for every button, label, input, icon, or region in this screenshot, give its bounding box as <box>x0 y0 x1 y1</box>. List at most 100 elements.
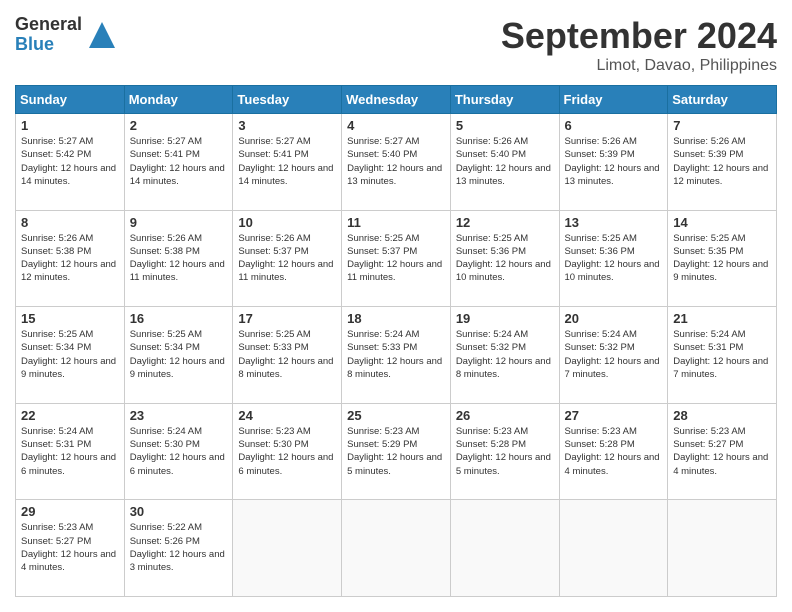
day-info: Sunrise: 5:25 AMSunset: 5:36 PMDaylight:… <box>565 232 663 285</box>
day-number: 29 <box>21 504 119 519</box>
calendar-header-tuesday: Tuesday <box>233 86 342 114</box>
day-number: 4 <box>347 118 445 133</box>
month-title: September 2024 <box>501 15 777 57</box>
day-number: 11 <box>347 215 445 230</box>
day-number: 20 <box>565 311 663 326</box>
calendar-cell: 28 Sunrise: 5:23 AMSunset: 5:27 PMDayligh… <box>668 403 777 500</box>
day-info: Sunrise: 5:27 AMSunset: 5:41 PMDaylight:… <box>238 135 336 188</box>
logo-blue: Blue <box>15 35 82 55</box>
day-info: Sunrise: 5:26 AMSunset: 5:40 PMDaylight:… <box>456 135 554 188</box>
calendar-header-thursday: Thursday <box>450 86 559 114</box>
day-info: Sunrise: 5:23 AMSunset: 5:28 PMDaylight:… <box>565 425 663 478</box>
calendar-cell: 15Sunrise: 5:25 AMSunset: 5:34 PMDayligh… <box>16 307 125 404</box>
day-number: 5 <box>456 118 554 133</box>
calendar-cell: 27 Sunrise: 5:23 AMSunset: 5:28 PMDayligh… <box>559 403 668 500</box>
day-info: Sunrise: 5:26 AMSunset: 5:37 PMDaylight:… <box>238 232 336 285</box>
calendar-cell: 9 Sunrise: 5:26 AMSunset: 5:38 PMDaylight… <box>124 210 233 307</box>
calendar-cell: 24 Sunrise: 5:23 AMSunset: 5:30 PMDayligh… <box>233 403 342 500</box>
day-info: Sunrise: 5:25 AMSunset: 5:36 PMDaylight:… <box>456 232 554 285</box>
logo-icon <box>87 20 117 50</box>
day-info: Sunrise: 5:23 AMSunset: 5:29 PMDaylight:… <box>347 425 445 478</box>
calendar-cell: 22 Sunrise: 5:24 AMSunset: 5:31 PMDayligh… <box>16 403 125 500</box>
day-number: 7 <box>673 118 771 133</box>
calendar-cell: 18Sunrise: 5:24 AMSunset: 5:33 PMDayligh… <box>342 307 451 404</box>
calendar-cell <box>668 500 777 597</box>
location: Limot, Davao, Philippines <box>501 57 777 75</box>
day-number: 8 <box>21 215 119 230</box>
day-number: 1 <box>21 118 119 133</box>
day-number: 14 <box>673 215 771 230</box>
day-number: 17 <box>238 311 336 326</box>
calendar-cell: 16 Sunrise: 5:25 AMSunset: 5:34 PMDayligh… <box>124 307 233 404</box>
day-number: 2 <box>130 118 228 133</box>
calendar-cell: 19 Sunrise: 5:24 AMSunset: 5:32 PMDayligh… <box>450 307 559 404</box>
calendar-cell <box>559 500 668 597</box>
calendar-cell: 11 Sunrise: 5:25 AMSunset: 5:37 PMDayligh… <box>342 210 451 307</box>
calendar-cell: 10 Sunrise: 5:26 AMSunset: 5:37 PMDayligh… <box>233 210 342 307</box>
day-info: Sunrise: 5:26 AMSunset: 5:38 PMDaylight:… <box>130 232 228 285</box>
day-number: 22 <box>21 408 119 423</box>
day-info: Sunrise: 5:25 AMSunset: 5:33 PMDaylight:… <box>238 328 336 381</box>
day-info: Sunrise: 5:27 AMSunset: 5:40 PMDaylight:… <box>347 135 445 188</box>
day-info: Sunrise: 5:27 AMSunset: 5:41 PMDaylight:… <box>130 135 228 188</box>
calendar-header-monday: Monday <box>124 86 233 114</box>
calendar-cell: 12 Sunrise: 5:25 AMSunset: 5:36 PMDayligh… <box>450 210 559 307</box>
day-info: Sunrise: 5:25 AMSunset: 5:34 PMDaylight:… <box>21 328 119 381</box>
calendar-cell: 5 Sunrise: 5:26 AMSunset: 5:40 PMDaylight… <box>450 114 559 211</box>
calendar-cell: 20 Sunrise: 5:24 AMSunset: 5:32 PMDayligh… <box>559 307 668 404</box>
day-info: Sunrise: 5:24 AMSunset: 5:32 PMDaylight:… <box>565 328 663 381</box>
day-info: Sunrise: 5:24 AMSunset: 5:33 PMDaylight:… <box>347 328 445 381</box>
calendar-header-friday: Friday <box>559 86 668 114</box>
day-number: 23 <box>130 408 228 423</box>
calendar-cell: 25 Sunrise: 5:23 AMSunset: 5:29 PMDayligh… <box>342 403 451 500</box>
calendar-cell: 23 Sunrise: 5:24 AMSunset: 5:30 PMDayligh… <box>124 403 233 500</box>
calendar-cell: 14 Sunrise: 5:25 AMSunset: 5:35 PMDayligh… <box>668 210 777 307</box>
day-info: Sunrise: 5:27 AMSunset: 5:42 PMDaylight:… <box>21 135 119 188</box>
day-number: 24 <box>238 408 336 423</box>
calendar-cell <box>233 500 342 597</box>
day-number: 6 <box>565 118 663 133</box>
day-info: Sunrise: 5:23 AMSunset: 5:27 PMDaylight:… <box>673 425 771 478</box>
calendar-cell: 17 Sunrise: 5:25 AMSunset: 5:33 PMDayligh… <box>233 307 342 404</box>
day-number: 12 <box>456 215 554 230</box>
calendar-cell: 4 Sunrise: 5:27 AMSunset: 5:40 PMDaylight… <box>342 114 451 211</box>
calendar-cell: 13 Sunrise: 5:25 AMSunset: 5:36 PMDayligh… <box>559 210 668 307</box>
day-info: Sunrise: 5:24 AMSunset: 5:32 PMDaylight:… <box>456 328 554 381</box>
day-info: Sunrise: 5:22 AMSunset: 5:26 PMDaylight:… <box>130 521 228 574</box>
calendar-cell: 8 Sunrise: 5:26 AMSunset: 5:38 PMDaylight… <box>16 210 125 307</box>
day-info: Sunrise: 5:25 AMSunset: 5:35 PMDaylight:… <box>673 232 771 285</box>
day-info: Sunrise: 5:23 AMSunset: 5:27 PMDaylight:… <box>21 521 119 574</box>
day-number: 27 <box>565 408 663 423</box>
calendar-cell: 30 Sunrise: 5:22 AMSunset: 5:26 PMDayligh… <box>124 500 233 597</box>
day-info: Sunrise: 5:26 AMSunset: 5:39 PMDaylight:… <box>565 135 663 188</box>
calendar-cell: 21Sunrise: 5:24 AMSunset: 5:31 PMDayligh… <box>668 307 777 404</box>
day-number: 3 <box>238 118 336 133</box>
calendar-cell: 2 Sunrise: 5:27 AMSunset: 5:41 PMDaylight… <box>124 114 233 211</box>
day-info: Sunrise: 5:25 AMSunset: 5:34 PMDaylight:… <box>130 328 228 381</box>
day-number: 13 <box>565 215 663 230</box>
day-info: Sunrise: 5:23 AMSunset: 5:28 PMDaylight:… <box>456 425 554 478</box>
calendar-header-saturday: Saturday <box>668 86 777 114</box>
logo: General Blue <box>15 15 117 55</box>
day-number: 16 <box>130 311 228 326</box>
calendar-cell: 29 Sunrise: 5:23 AMSunset: 5:27 PMDayligh… <box>16 500 125 597</box>
calendar-header-sunday: Sunday <box>16 86 125 114</box>
day-number: 30 <box>130 504 228 519</box>
calendar-cell: 1 Sunrise: 5:27 AMSunset: 5:42 PMDaylight… <box>16 114 125 211</box>
calendar-header-wednesday: Wednesday <box>342 86 451 114</box>
day-info: Sunrise: 5:26 AMSunset: 5:39 PMDaylight:… <box>673 135 771 188</box>
day-info: Sunrise: 5:23 AMSunset: 5:30 PMDaylight:… <box>238 425 336 478</box>
day-number: 9 <box>130 215 228 230</box>
day-info: Sunrise: 5:24 AMSunset: 5:30 PMDaylight:… <box>130 425 228 478</box>
day-info: Sunrise: 5:25 AMSunset: 5:37 PMDaylight:… <box>347 232 445 285</box>
day-info: Sunrise: 5:24 AMSunset: 5:31 PMDaylight:… <box>673 328 771 381</box>
day-number: 28 <box>673 408 771 423</box>
day-number: 10 <box>238 215 336 230</box>
day-number: 19 <box>456 311 554 326</box>
day-info: Sunrise: 5:26 AMSunset: 5:38 PMDaylight:… <box>21 232 119 285</box>
calendar-cell: 7 Sunrise: 5:26 AMSunset: 5:39 PMDaylight… <box>668 114 777 211</box>
day-number: 26 <box>456 408 554 423</box>
calendar-cell <box>342 500 451 597</box>
day-info: Sunrise: 5:24 AMSunset: 5:31 PMDaylight:… <box>21 425 119 478</box>
day-number: 25 <box>347 408 445 423</box>
